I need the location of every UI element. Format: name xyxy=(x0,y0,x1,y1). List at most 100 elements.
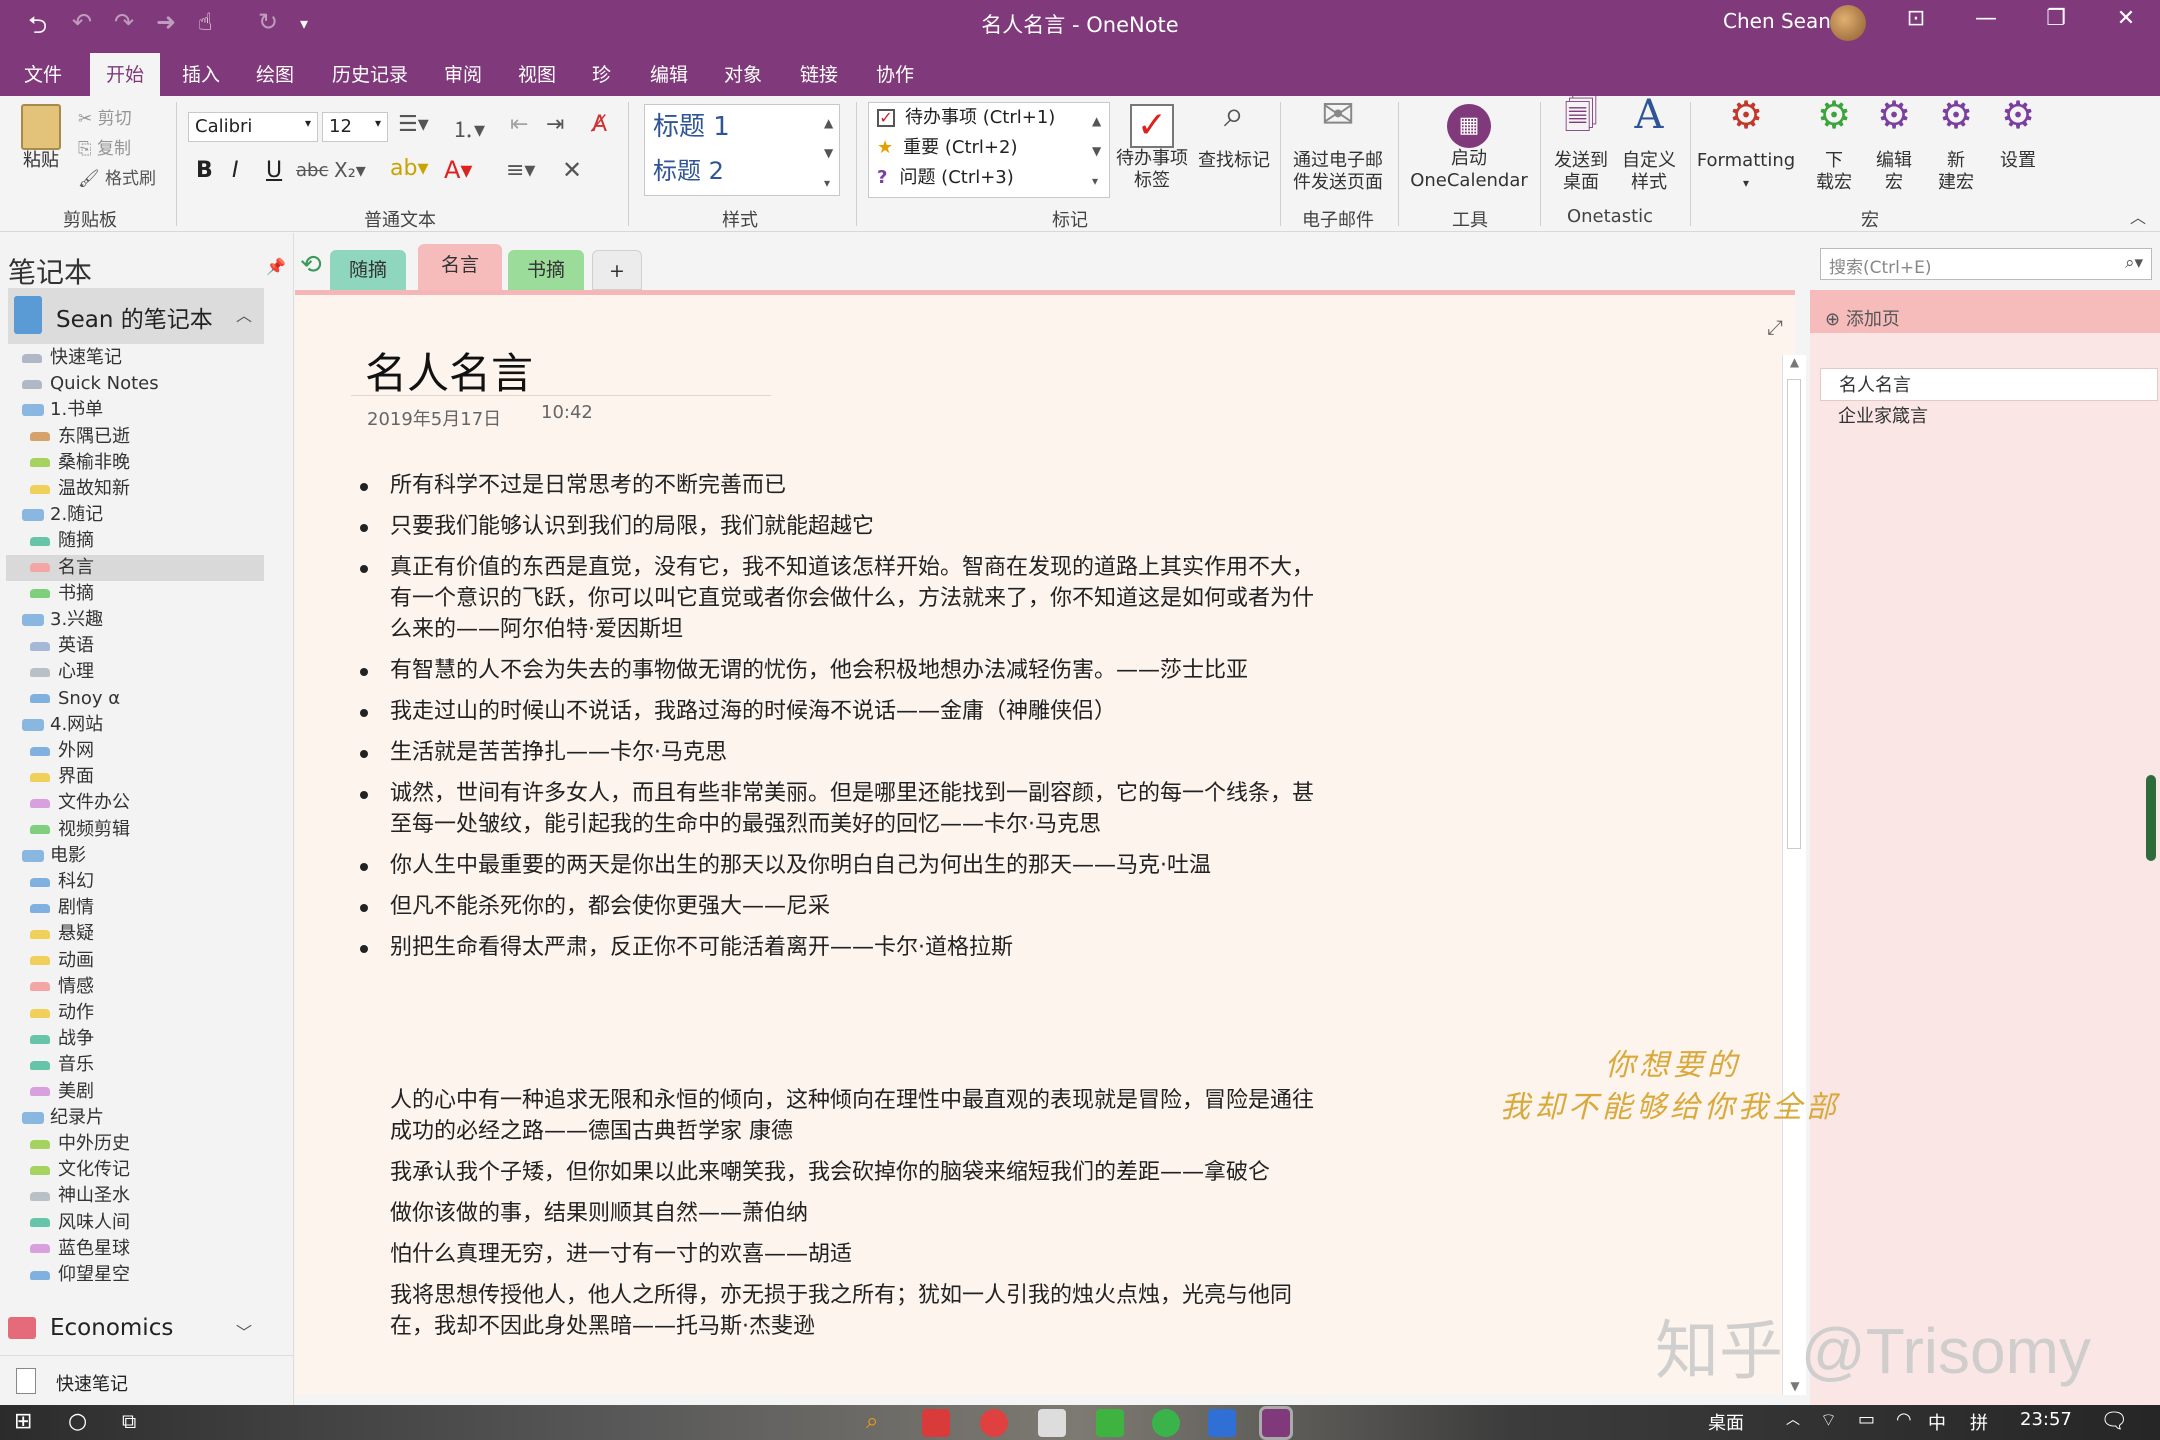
section-item[interactable]: 音乐 xyxy=(6,1052,264,1078)
section-item[interactable]: 动作 xyxy=(6,1000,264,1026)
wifi-icon[interactable]: ◠ xyxy=(1896,1409,1912,1430)
bold-icon[interactable]: B xyxy=(196,158,213,183)
bullets-icon[interactable]: ☰▾ xyxy=(398,112,429,137)
user-name[interactable]: Chen Sean xyxy=(1723,9,1831,33)
section-group[interactable]: 3.兴趣 xyxy=(6,607,264,633)
clear-format-icon[interactable]: A̸ xyxy=(592,112,607,137)
quick-notes-footer[interactable]: 快速笔记 xyxy=(0,1355,294,1405)
tab-file[interactable]: 文件 xyxy=(14,56,72,91)
section-item[interactable]: 剧情 xyxy=(6,895,264,921)
search-icon[interactable]: ⌕▾ xyxy=(2125,253,2143,273)
resize-grip[interactable] xyxy=(2146,775,2156,861)
section-item[interactable]: 情感 xyxy=(6,974,264,1000)
section-item[interactable]: 快速笔记 xyxy=(6,345,264,371)
quote-item[interactable]: 我承认我个子矮，但你如果以此来嘲笑我，我会砍掉你的脑袋来缩短我们的差距——拿破仑 xyxy=(390,1157,1330,1188)
format-painter-button[interactable]: 🖌 格式刷 xyxy=(78,164,156,189)
page-scrollbar[interactable]: ▲ ▼ xyxy=(1782,355,1806,1395)
quote-item[interactable]: 所有科学不过是日常思考的不断完善而已 xyxy=(360,470,1330,501)
collapse-ribbon-icon[interactable]: ︿ xyxy=(2130,204,2146,228)
quote-item[interactable]: 人的心中有一种追求无限和永恒的倾向，这种倾向在理性中最直观的表现就是冒险，冒险是… xyxy=(390,1085,1330,1147)
quote-item[interactable]: 做你该做的事，结果则顺其自然——萧伯纳 xyxy=(390,1198,1330,1229)
section-group[interactable]: 纪录片 xyxy=(6,1105,264,1131)
find-tags-button[interactable]: ⌕ 查找标记 xyxy=(1194,97,1274,172)
quote-item[interactable]: 生活就是苦苦挣扎——卡尔·马克思 xyxy=(360,737,1330,768)
section-item[interactable]: 文件办公 xyxy=(6,790,264,816)
section-tab-mingyan[interactable]: 名言 xyxy=(418,244,502,290)
collapse-notebook-icon[interactable]: ︿ xyxy=(236,302,252,326)
expand-notebook-icon[interactable]: ﹀ xyxy=(236,1319,252,1343)
quote-item[interactable]: 别把生命看得太严肃，反正你不可能活着离开——卡尔·道格拉斯 xyxy=(360,932,1330,963)
avatar[interactable] xyxy=(1830,5,1866,41)
page-title[interactable]: 名人名言 xyxy=(365,340,533,401)
macro-settings-button[interactable]: ⚙ 设置 xyxy=(1990,96,2046,172)
font-color-icon[interactable]: A▾ xyxy=(444,156,472,184)
add-page-button[interactable]: ⊕ 添加页 xyxy=(1825,300,1900,340)
search-app-icon[interactable]: ⌕ xyxy=(866,1409,894,1437)
section-item[interactable]: 仰望星空 xyxy=(6,1262,264,1288)
tab-view[interactable]: 视图 xyxy=(508,56,566,91)
paste-button[interactable]: 粘贴 xyxy=(16,104,66,172)
search-input[interactable]: 搜索(Ctrl+E) ⌕▾ xyxy=(1820,248,2152,280)
section-item[interactable]: Snoy α xyxy=(6,686,264,712)
clear-icon[interactable]: ✕ xyxy=(562,156,582,184)
underline-icon[interactable]: U xyxy=(266,158,282,183)
text-app-icon[interactable] xyxy=(1038,1409,1066,1437)
section-group[interactable]: 电影 xyxy=(6,843,264,869)
quote-item[interactable]: 我走过山的时候山不说话，我路过海的时候海不说话——金庸（神雕侠侣） xyxy=(360,696,1330,727)
quote-item[interactable]: 怕什么真理无穷，进一寸有一寸的欢喜——胡适 xyxy=(390,1239,1330,1270)
ime-lang[interactable]: 中 xyxy=(1928,1409,1946,1435)
send-to-desktop-button[interactable]: 🗐 发送到 桌面 xyxy=(1546,98,1616,194)
tab-object[interactable]: 对象 xyxy=(714,56,772,91)
subscript-icon[interactable]: X₂▾ xyxy=(334,158,366,182)
tab-review[interactable]: 审阅 xyxy=(434,56,492,91)
notebook-sean[interactable]: Sean 的笔记本 ︿ xyxy=(8,288,264,344)
section-item[interactable]: 东隅已逝 xyxy=(6,424,264,450)
mail-app-icon[interactable] xyxy=(922,1409,950,1437)
tab-insert[interactable]: 插入 xyxy=(172,56,230,91)
tab-zhen[interactable]: 珍 xyxy=(582,56,621,91)
download-macro-button[interactable]: ⚙ 下 载宏 xyxy=(1806,96,1862,194)
section-item[interactable]: 外网 xyxy=(6,738,264,764)
tags-gallery[interactable]: ✓ 待办事项 (Ctrl+1) ★ 重要 (Ctrl+2) ? 问题 (Ctrl+3) xyxy=(868,102,1110,198)
tag-question[interactable]: ? 问题 (Ctrl+3) xyxy=(869,163,1109,193)
quote-item[interactable]: 但凡不能杀死你的，都会使你更强大——尼采 xyxy=(360,891,1330,922)
notification-icon[interactable]: 🗨 xyxy=(2100,1409,2128,1434)
section-item[interactable]: 英语 xyxy=(6,633,264,659)
edit-macro-button[interactable]: ⚙ 编辑 宏 xyxy=(1866,96,1922,194)
increase-indent-icon[interactable]: ⇥ xyxy=(546,112,564,137)
todo-tag-button[interactable]: ✓ 待办事项 标签 xyxy=(1112,104,1192,192)
section-item[interactable]: 动画 xyxy=(6,948,264,974)
close-icon[interactable]: ✕ xyxy=(2106,6,2146,31)
quote-item[interactable]: 只要我们能够认识到我们的局限，我们就能超越它 xyxy=(360,511,1330,542)
section-group[interactable]: 1.书单 xyxy=(6,397,264,423)
page-item-entrepreneur[interactable]: 企业家箴言 xyxy=(1820,400,2158,433)
quote-item[interactable]: 有智慧的人不会为失去的事物做无谓的忧伤，他会积极地想办法减轻伤害。——莎士比亚 xyxy=(360,655,1330,686)
section-item[interactable]: Quick Notes xyxy=(6,371,264,397)
style-heading-2[interactable]: 标题 2 xyxy=(645,149,839,193)
section-item[interactable]: 科幻 xyxy=(6,869,264,895)
new-macro-button[interactable]: ⚙ 新 建宏 xyxy=(1928,96,1984,194)
font-size-select[interactable]: 12 ▾ xyxy=(322,112,388,142)
fullscreen-icon[interactable]: ⤢ xyxy=(1767,315,1783,339)
network-icon[interactable]: ⌔ xyxy=(1820,1409,1837,1432)
netease-music-icon[interactable] xyxy=(980,1409,1008,1437)
show-more-icon[interactable]: ︿ xyxy=(1786,1409,1800,1429)
font-name-select[interactable]: Calibri ▾ xyxy=(188,112,318,142)
battery-icon[interactable]: ▭ xyxy=(1858,1409,1875,1430)
ribbon-display-icon[interactable]: ⊡ xyxy=(1896,6,1936,31)
section-item[interactable]: 视频剪辑 xyxy=(6,817,264,843)
strikethrough-icon[interactable]: abc xyxy=(296,160,328,181)
custom-styles-button[interactable]: A 自定义 样式 xyxy=(1614,95,1684,194)
section-item[interactable]: 悬疑 xyxy=(6,921,264,947)
copy-button[interactable]: ⎘ 复制 xyxy=(78,134,131,159)
tab-history[interactable]: 历史记录 xyxy=(322,56,418,91)
notebook-economics[interactable]: Economics ﹀ xyxy=(8,1315,264,1345)
section-item[interactable]: 中外历史 xyxy=(6,1131,264,1157)
section-group[interactable]: 2.随记 xyxy=(6,502,264,528)
style-heading-1[interactable]: 标题 1 xyxy=(645,105,839,149)
add-section-button[interactable]: + xyxy=(592,250,642,290)
quote-item[interactable]: 你人生中最重要的两天是你出生的那天以及你明白自己为何出生的那天——马克·吐温 xyxy=(360,850,1330,881)
quote-item[interactable]: 诚然，世间有许多女人，而且有些非常美丽。但是哪里还能找到一副容颜，它的每一个线条… xyxy=(360,778,1330,840)
italic-icon[interactable]: I xyxy=(232,158,239,183)
minimize-icon[interactable]: — xyxy=(1966,6,2006,31)
